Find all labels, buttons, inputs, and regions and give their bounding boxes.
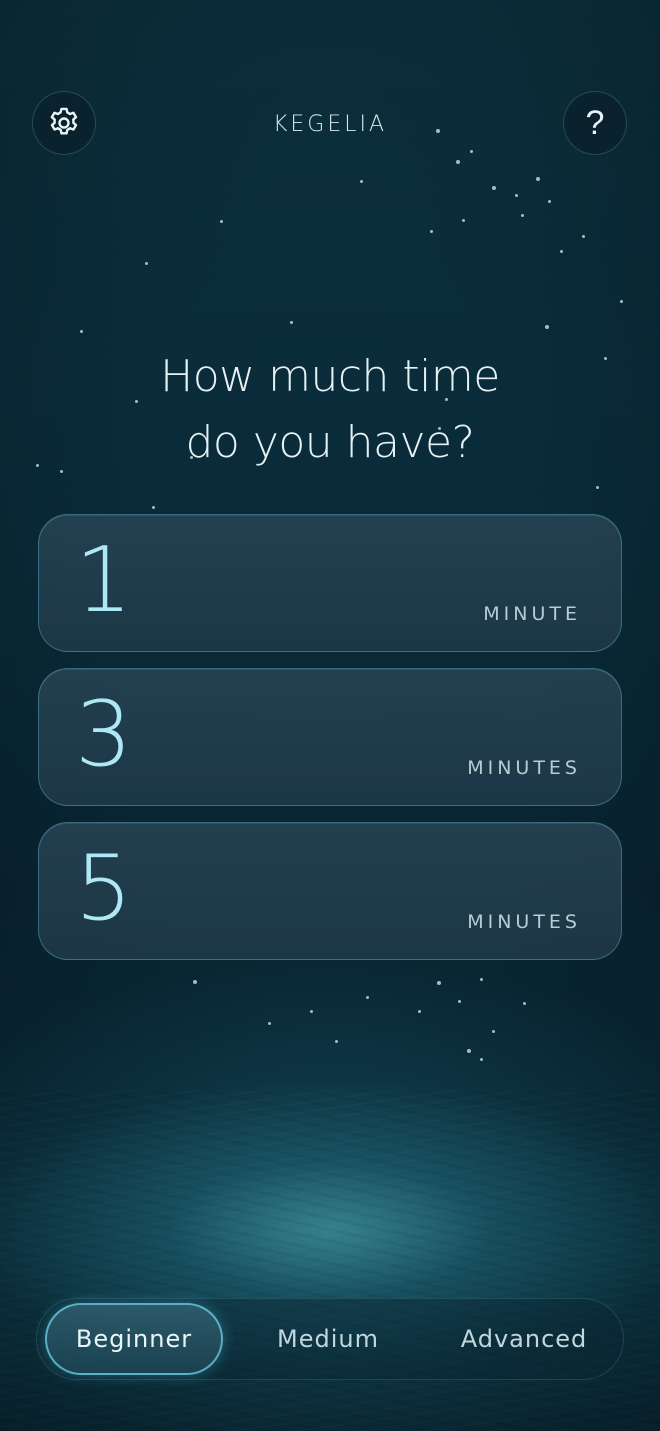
- particle: [220, 220, 223, 223]
- duration-unit: MINUTE: [483, 603, 581, 625]
- particle: [582, 235, 585, 238]
- particle: [145, 262, 148, 265]
- particle: [193, 980, 197, 984]
- particle: [310, 1010, 313, 1013]
- particle: [480, 1058, 483, 1061]
- question-line-2: do you have?: [185, 417, 475, 468]
- question-icon: ?: [585, 104, 605, 142]
- particle: [596, 486, 599, 489]
- duration-number: 5: [75, 836, 133, 941]
- question-line-1: How much time: [160, 351, 500, 402]
- app-title: KEGELIA: [272, 112, 388, 137]
- particle: [152, 506, 155, 509]
- particle: [268, 1022, 271, 1025]
- help-button[interactable]: ?: [563, 91, 627, 155]
- duration-number: 1: [75, 528, 133, 633]
- duration-unit: MINUTES: [467, 757, 581, 779]
- particle: [548, 200, 551, 203]
- particle: [492, 1030, 495, 1033]
- particle: [360, 180, 363, 183]
- particle: [620, 300, 623, 303]
- particle: [430, 230, 433, 233]
- page-question: How much time do you have?: [0, 344, 660, 476]
- duration-option-1-minute[interactable]: 1 MINUTE: [38, 514, 622, 652]
- duration-unit: MINUTES: [467, 911, 581, 933]
- particle: [437, 981, 441, 985]
- duration-option-3-minutes[interactable]: 3 MINUTES: [38, 668, 622, 806]
- particle: [290, 321, 293, 324]
- particle: [536, 177, 540, 181]
- particle: [458, 1000, 461, 1003]
- particle: [366, 996, 369, 999]
- level-tab-advanced[interactable]: Advanced: [429, 1299, 619, 1378]
- particle: [521, 214, 524, 217]
- particle: [560, 250, 563, 253]
- duration-option-5-minutes[interactable]: 5 MINUTES: [38, 822, 622, 960]
- level-tab-medium[interactable]: Medium: [233, 1299, 423, 1378]
- particle: [80, 330, 83, 333]
- particle: [492, 186, 496, 190]
- particle: [418, 1010, 421, 1013]
- particle: [480, 978, 483, 981]
- particle: [470, 150, 473, 153]
- particle: [335, 1040, 338, 1043]
- duration-number: 3: [75, 682, 133, 787]
- difficulty-selector: Beginner Medium Advanced: [36, 1298, 624, 1380]
- particle: [545, 325, 549, 329]
- particle: [515, 194, 518, 197]
- level-tab-beginner[interactable]: Beginner: [45, 1303, 223, 1375]
- particle: [467, 1049, 471, 1053]
- particle: [523, 1002, 526, 1005]
- particle: [456, 160, 460, 164]
- particle: [462, 219, 465, 222]
